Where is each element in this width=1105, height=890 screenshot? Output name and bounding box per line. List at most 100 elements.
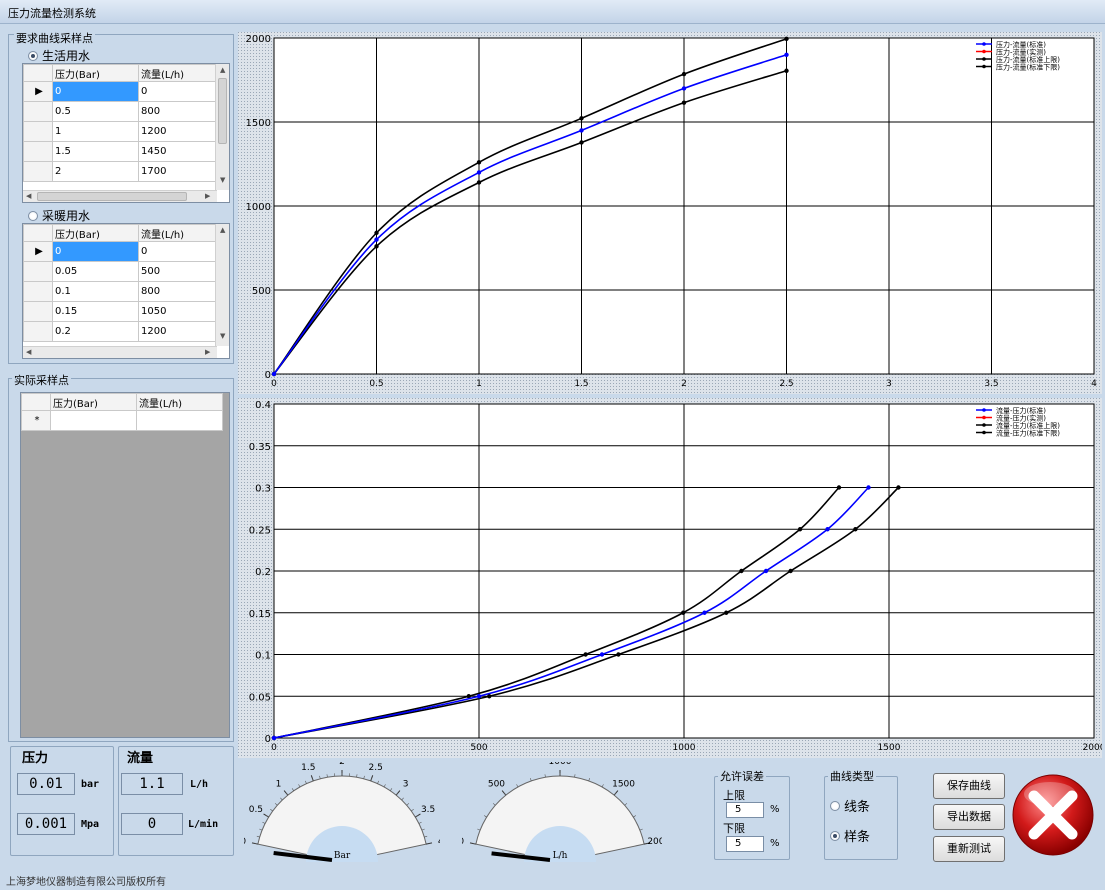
scroll-left-icon[interactable]: ◀: [26, 192, 31, 200]
retest-button[interactable]: 重新测试: [933, 836, 1005, 862]
curve-type-legend: 曲线类型: [828, 768, 876, 784]
row-header[interactable]: [23, 281, 53, 302]
scroll-right-icon[interactable]: ▶: [205, 348, 210, 356]
data-point: [374, 230, 379, 236]
lower-limit-input[interactable]: 5: [726, 836, 764, 852]
table-cell[interactable]: 0.1: [52, 281, 139, 302]
table-row[interactable]: 0.5 800: [23, 101, 225, 122]
scroll-thumb[interactable]: [37, 192, 187, 201]
table-cell[interactable]: 1450: [138, 141, 225, 162]
actual-points-grid[interactable]: 压力(Bar) 流量(L/h) *: [20, 392, 230, 738]
x-tick-label: 1.5: [574, 379, 588, 389]
table-row[interactable]: 0.2 1200: [23, 321, 225, 342]
row-header[interactable]: [23, 261, 53, 282]
heating-water-radio[interactable]: 采暖用水: [28, 207, 90, 224]
upper-limit-input[interactable]: 5: [726, 802, 764, 818]
column-header[interactable]: 流量(L/h): [138, 224, 225, 242]
data-point: [599, 652, 605, 657]
table-row[interactable]: 1 1200: [23, 121, 225, 142]
table-cell[interactable]: 0.2: [52, 321, 139, 342]
legend-marker: [982, 415, 986, 420]
x-tick-label: 4: [1091, 379, 1097, 389]
table-cell[interactable]: 0: [138, 241, 225, 262]
data-point: [825, 527, 830, 532]
spline-radio[interactable]: 样条: [830, 826, 870, 845]
heating-points-grid[interactable]: 压力(Bar) 流量(L/h) ▶ 0 0 0.05 500 0.1 800 0.15 1050 0.…: [22, 223, 230, 359]
table-cell[interactable]: 0: [138, 81, 225, 102]
gauge-minor-tick: [270, 808, 273, 812]
vertical-scrollbar[interactable]: ▲ ▼: [215, 64, 229, 190]
column-header[interactable]: 压力(Bar): [52, 64, 139, 82]
table-cell[interactable]: 0: [52, 241, 139, 262]
table-cell[interactable]: 0.05: [52, 261, 139, 282]
table-row[interactable]: 0.15 1050: [23, 301, 225, 322]
row-header[interactable]: [23, 121, 53, 142]
export-data-button[interactable]: 导出数据: [933, 804, 1005, 830]
scroll-down-icon[interactable]: ▼: [220, 176, 225, 184]
table-cell[interactable]: 0.15: [52, 301, 139, 322]
horizontal-scrollbar[interactable]: ◀ ▶: [23, 346, 217, 358]
pressure-gauge: 0 0.5 1 1.5 2 2.5 3 3.5 4 Bar: [244, 762, 440, 862]
horizontal-scrollbar[interactable]: ◀ ▶: [23, 190, 217, 202]
table-cell[interactable]: 1.5: [52, 141, 139, 162]
domestic-water-radio[interactable]: 生活用水: [28, 47, 90, 64]
x-tick-label: 0.5: [369, 379, 383, 389]
legend-marker: [982, 64, 986, 69]
domestic-points-grid[interactable]: 压力(Bar) 流量(L/h) ▶ 0 0 0.5 800 1 1200 1.5 1450 2 1700…: [22, 63, 230, 203]
gauge-minor-tick: [406, 803, 410, 806]
table-cell[interactable]: 800: [138, 281, 225, 302]
vertical-scrollbar[interactable]: ▲ ▼: [215, 224, 229, 346]
table-cell[interactable]: 500: [138, 261, 225, 282]
scroll-down-icon[interactable]: ▼: [220, 332, 225, 340]
gauge-minor-tick: [516, 784, 519, 788]
table-row[interactable]: ▶ 0 0: [23, 81, 225, 102]
table-cell[interactable]: 800: [138, 101, 225, 122]
table-cell[interactable]: 1700: [138, 161, 225, 182]
gauge-tick-label: 1000: [549, 762, 572, 767]
table-cell[interactable]: 0: [52, 81, 139, 102]
gauge-unit-label: Bar: [334, 851, 351, 861]
table-row[interactable]: 0.05 500: [23, 261, 225, 282]
row-header[interactable]: [23, 301, 53, 322]
table-row[interactable]: ▶ 0 0: [23, 241, 225, 262]
column-header[interactable]: 压力(Bar): [50, 393, 137, 411]
close-icon[interactable]: [1010, 772, 1096, 858]
table-cell[interactable]: 0.5: [52, 101, 139, 122]
scroll-up-icon[interactable]: ▲: [220, 66, 225, 74]
scroll-right-icon[interactable]: ▶: [205, 192, 210, 200]
row-header[interactable]: ▶: [23, 81, 53, 102]
gauge-minor-tick: [401, 797, 404, 801]
legend-marker: [982, 42, 986, 46]
table-cell[interactable]: 1200: [138, 121, 225, 142]
table-row[interactable]: 0.1 800: [23, 281, 225, 302]
row-header[interactable]: [23, 141, 53, 162]
column-header[interactable]: 流量(L/h): [136, 393, 223, 411]
table-cell[interactable]: 1050: [138, 301, 225, 322]
gauge-tick-label: 0.5: [249, 805, 263, 815]
save-curve-button[interactable]: 保存曲线: [933, 773, 1005, 799]
x-tick-label: 500: [470, 743, 487, 753]
new-row-marker: *: [21, 410, 51, 431]
table-row[interactable]: 1.5 1450: [23, 141, 225, 162]
y-tick-label: 0.25: [249, 525, 271, 536]
table-cell[interactable]: 1200: [138, 321, 225, 342]
x-tick-label: 1000: [673, 743, 696, 753]
column-header[interactable]: 压力(Bar): [52, 224, 139, 242]
table-cell[interactable]: 2: [52, 161, 139, 182]
radio-dot: [830, 800, 840, 811]
row-header[interactable]: [23, 321, 53, 342]
gauge-tick-label: 4: [438, 837, 440, 847]
column-header[interactable]: 流量(L/h): [138, 64, 225, 82]
table-row[interactable]: 2 1700: [23, 161, 225, 182]
scroll-left-icon[interactable]: ◀: [26, 348, 31, 356]
data-point: [724, 610, 729, 615]
table-cell[interactable]: 1: [52, 121, 139, 142]
row-header[interactable]: [23, 101, 53, 122]
row-header[interactable]: ▶: [23, 241, 53, 262]
row-header[interactable]: [23, 161, 53, 182]
y-tick-label: 500: [252, 286, 271, 297]
scroll-up-icon[interactable]: ▲: [220, 226, 225, 234]
line-radio[interactable]: 线条: [830, 796, 870, 815]
scroll-thumb[interactable]: [218, 78, 227, 144]
new-row[interactable]: *: [21, 410, 223, 431]
